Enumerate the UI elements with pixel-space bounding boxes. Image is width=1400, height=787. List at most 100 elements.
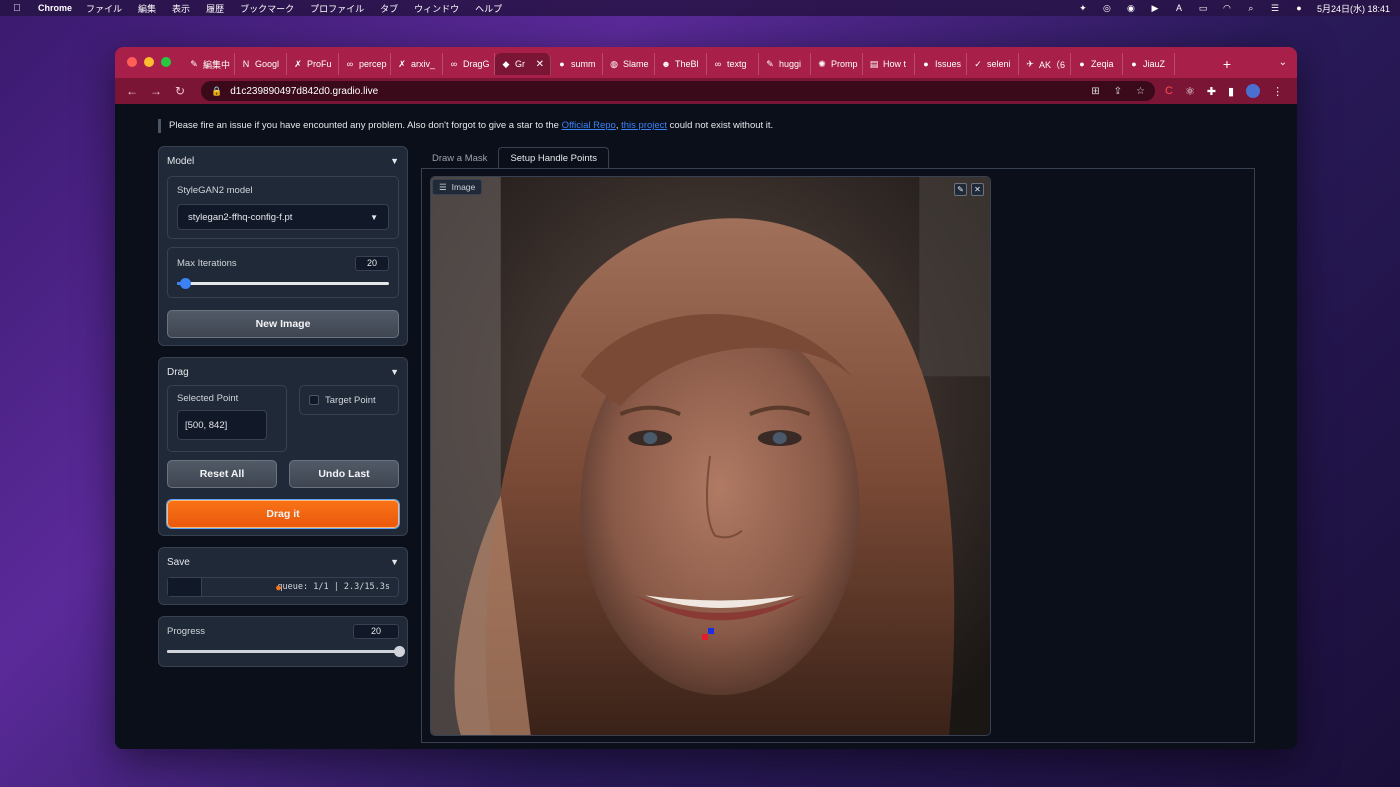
extension-c-icon[interactable]: C bbox=[1165, 85, 1173, 97]
forward-arrow-icon[interactable]: → bbox=[147, 84, 165, 98]
drag-it-button[interactable]: Drag it bbox=[167, 500, 399, 528]
sidepanel-icon[interactable]: ▮ bbox=[1228, 85, 1234, 98]
search-icon[interactable]: ⌕ bbox=[1245, 3, 1257, 13]
extensions-puzzle-icon[interactable]: ✚ bbox=[1207, 85, 1216, 98]
menu-file[interactable]: ファイル bbox=[86, 2, 122, 15]
new-image-button[interactable]: New Image bbox=[167, 310, 399, 338]
back-arrow-icon[interactable]: ← bbox=[123, 84, 141, 98]
minimize-window-button[interactable] bbox=[144, 57, 154, 67]
model-accordion-header[interactable]: Model ▼ bbox=[167, 154, 399, 168]
save-title: Save bbox=[167, 556, 190, 568]
target-point-checkbox-field[interactable]: Target Point bbox=[299, 385, 399, 415]
notion-icon: N bbox=[242, 59, 250, 69]
browser-tab[interactable]: ∞ percep bbox=[339, 53, 391, 75]
bookmark-star-icon[interactable]: ☆ bbox=[1136, 86, 1145, 97]
this-project-link[interactable]: this project bbox=[621, 120, 667, 131]
status-app-icon[interactable]: ✦ bbox=[1077, 3, 1089, 13]
browser-tab[interactable]: ✎ 編集中 bbox=[183, 53, 235, 75]
browser-tab[interactable]: ◍ Slame bbox=[603, 53, 655, 75]
target-point-checkbox[interactable] bbox=[309, 395, 319, 405]
control-center-icon[interactable]: ☰ bbox=[1269, 3, 1281, 13]
handle-point-marker[interactable] bbox=[701, 634, 708, 641]
progress-label: Progress bbox=[167, 626, 206, 637]
browser-tab-label: Gr bbox=[515, 59, 525, 69]
collapse-triangle-icon[interactable]: ▼ bbox=[390, 367, 399, 377]
drag-accordion-header[interactable]: Drag ▼ bbox=[167, 365, 399, 379]
status-sync-icon[interactable]: ◎ bbox=[1101, 3, 1113, 13]
menu-view[interactable]: 表示 bbox=[172, 2, 190, 15]
menu-profile[interactable]: プロファイル bbox=[310, 2, 364, 15]
browser-tab[interactable]: ✎ huggi bbox=[759, 53, 811, 75]
collapse-triangle-icon[interactable]: ▼ bbox=[390, 557, 399, 567]
target-point-label: Target Point bbox=[325, 394, 376, 406]
reset-all-button[interactable]: Reset All bbox=[167, 460, 277, 488]
apple-icon[interactable]:  bbox=[10, 3, 24, 14]
browser-tab[interactable]: ◆ Gr ✕ bbox=[495, 53, 551, 75]
collapse-triangle-icon[interactable]: ▼ bbox=[390, 156, 399, 166]
menu-tab[interactable]: タブ bbox=[380, 2, 398, 15]
browser-tab[interactable]: N Googl bbox=[235, 53, 287, 75]
progress-number[interactable]: 20 bbox=[353, 624, 399, 639]
browser-tab[interactable]: ∞ textg bbox=[707, 53, 759, 75]
max-iterations-slider[interactable] bbox=[177, 277, 389, 289]
official-repo-link[interactable]: Official Repo bbox=[562, 120, 616, 131]
browser-tab[interactable]: ✓ seleni bbox=[967, 53, 1019, 75]
progress-slider[interactable] bbox=[167, 645, 405, 657]
tab-search-chevron-icon[interactable]: ⌄ bbox=[1279, 57, 1287, 68]
translate-icon[interactable]: ⊞ bbox=[1091, 86, 1099, 97]
input-method-icon[interactable]: A bbox=[1173, 3, 1185, 13]
browser-tab[interactable]: ✺ Promp bbox=[811, 53, 863, 75]
menu-bookmarks[interactable]: ブックマーク bbox=[240, 2, 294, 15]
browser-tab[interactable]: ● summ bbox=[551, 53, 603, 75]
kebab-menu-icon[interactable]: ⋮ bbox=[1272, 85, 1283, 98]
undo-last-button[interactable]: Undo Last bbox=[289, 460, 399, 488]
image-canvas[interactable]: ☰ Image ✎ ✕ bbox=[430, 176, 991, 736]
close-icon[interactable]: ✕ bbox=[971, 183, 984, 196]
browser-tab[interactable]: ☻ TheBl bbox=[655, 53, 707, 75]
status-alert-icon[interactable]: ◉ bbox=[1125, 3, 1137, 13]
clock[interactable]: 5月24日(水) 18:41 bbox=[1317, 2, 1390, 15]
target-point-marker[interactable] bbox=[707, 628, 714, 635]
url-text[interactable]: d1c239890497d842d0.gradio.live bbox=[230, 86, 378, 97]
browser-tab[interactable]: ✈ AK（6 bbox=[1019, 53, 1071, 75]
browser-tab[interactable]: ✗ ProFu bbox=[287, 53, 339, 75]
close-window-button[interactable] bbox=[127, 57, 137, 67]
status-play-icon[interactable]: ▶ bbox=[1149, 3, 1161, 13]
stylegan-model-dropdown[interactable]: stylegan2-ffhq-config-f.pt ▼ bbox=[177, 204, 389, 230]
image-label: ☰ Image bbox=[432, 179, 483, 195]
app-name[interactable]: Chrome bbox=[38, 3, 72, 13]
new-tab-button[interactable]: + bbox=[1223, 56, 1231, 72]
wifi-icon[interactable]: ◠ bbox=[1221, 3, 1233, 13]
browser-tab-label: How t bbox=[883, 59, 907, 69]
selected-point-value[interactable]: [500, 842] bbox=[177, 410, 267, 440]
address-bar[interactable]: 🔒 d1c239890497d842d0.gradio.live ⊞ ⇪ ☆ bbox=[201, 81, 1155, 101]
profile-avatar[interactable] bbox=[1246, 84, 1261, 98]
tab-draw-a-mask[interactable]: Draw a Mask bbox=[421, 147, 498, 169]
lock-icon[interactable]: 🔒 bbox=[211, 86, 222, 97]
browser-tab[interactable]: ● Issues bbox=[915, 53, 967, 75]
browser-tab-label: percep bbox=[359, 59, 387, 69]
share-icon[interactable]: ⇪ bbox=[1114, 86, 1122, 97]
siri-icon[interactable]: ● bbox=[1293, 3, 1305, 13]
max-iterations-number[interactable]: 20 bbox=[355, 256, 389, 271]
save-accordion-header[interactable]: Save ▼ bbox=[167, 555, 399, 569]
browser-tab[interactable]: ∞ DragG bbox=[443, 53, 495, 75]
progress-slider-thumb[interactable] bbox=[394, 646, 405, 657]
menu-edit[interactable]: 編集 bbox=[138, 2, 156, 15]
extension-react-icon[interactable]: ⚛ bbox=[1185, 85, 1195, 98]
battery-icon[interactable]: ▭ bbox=[1197, 3, 1209, 13]
close-tab-icon[interactable]: ✕ bbox=[536, 59, 544, 70]
tab-setup-handle-points[interactable]: Setup Handle Points bbox=[498, 147, 610, 169]
browser-tab[interactable]: ● JiauZ bbox=[1123, 53, 1175, 75]
reload-icon[interactable]: ↻ bbox=[171, 84, 189, 98]
browser-tab[interactable]: ▤ How t bbox=[863, 53, 915, 75]
browser-tab[interactable]: ● Zeqia bbox=[1071, 53, 1123, 75]
menu-history[interactable]: 履歴 bbox=[206, 2, 224, 15]
edit-pencil-icon[interactable]: ✎ bbox=[954, 183, 967, 196]
max-iterations-slider-thumb[interactable] bbox=[180, 278, 192, 289]
browser-tab[interactable]: ✗ arxiv_ bbox=[391, 53, 443, 75]
menu-window[interactable]: ウィンドウ bbox=[414, 2, 459, 15]
menu-help[interactable]: ヘルプ bbox=[475, 2, 502, 15]
zoom-window-button[interactable] bbox=[161, 57, 171, 67]
browser-window: ✎ 編集中 N Googl ✗ ProFu ∞ percep ✗ arxiv_ ∞ DragG ◆ Gr ✕… bbox=[115, 47, 1297, 749]
